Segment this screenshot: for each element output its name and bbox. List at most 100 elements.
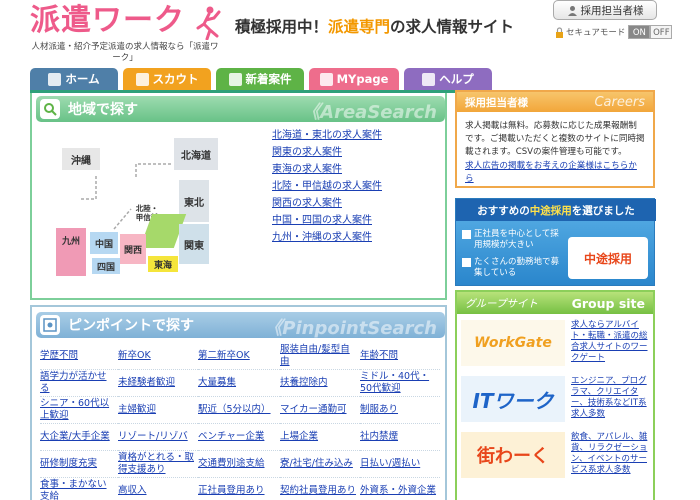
- nav-tab-home[interactable]: ホーム: [30, 68, 118, 90]
- pinpoint-cell: 年齢不問: [360, 343, 440, 370]
- main-nav: ホーム スカウト 新着案件 MYpage ヘルプ: [30, 68, 500, 90]
- pinpoint-link[interactable]: リゾート/リゾバ: [118, 431, 188, 443]
- machi-work-logo[interactable]: 街わーく: [461, 432, 565, 478]
- area-link-item: 北陸・甲信越の求人案件: [272, 178, 442, 195]
- careers-link[interactable]: 求人広告の掲載をお考えの企業様はこちらから: [465, 160, 645, 186]
- pinpoint-link[interactable]: 食事・まかない支給: [40, 479, 114, 500]
- area-link-item: 東海の求人案件: [272, 161, 442, 178]
- area-link-kansai[interactable]: 関西の求人案件: [272, 198, 342, 209]
- pinpoint-cell: 服装自由/髪型自由: [280, 343, 360, 370]
- it-work-link[interactable]: エンジニア、プログラマ、クリエイター、技術系などIT系求人多数: [571, 376, 655, 420]
- pinpoint-link[interactable]: 学歴不問: [40, 350, 78, 362]
- group-site-item: 街わーく 飲食、アパレル、雑貨、リラクゼーション、イベントのサービス系求人多数: [459, 430, 655, 482]
- pinpoint-link[interactable]: 大量募集: [198, 377, 236, 389]
- pinpoint-link[interactable]: 制服あり: [360, 404, 398, 416]
- pinpoint-cell: 寮/社宅/住み込み: [280, 451, 360, 478]
- area-link-chugoku-shikoku[interactable]: 中国・四国の求人案件: [272, 215, 372, 226]
- area-link-item: 関西の求人案件: [272, 195, 442, 212]
- secure-mode-label: セキュアモード: [566, 28, 626, 38]
- careers-header: 採用担当者様 Careers: [457, 92, 653, 112]
- nav-tab-mypage[interactable]: MYpage: [309, 68, 399, 90]
- pinpoint-search-title: ピンポイントで探す: [68, 318, 194, 334]
- pinpoint-link[interactable]: 新卒OK: [118, 350, 151, 362]
- pinpoint-link[interactable]: 主婦歓迎: [118, 404, 156, 416]
- pinpoint-link[interactable]: 第二新卒OK: [198, 350, 250, 362]
- map-region-chugoku[interactable]: 中国: [90, 232, 118, 254]
- pinpoint-link[interactable]: 服装自由/髪型自由: [280, 344, 356, 368]
- banner-title: おすすめの 中途採用 を選びました: [456, 199, 656, 221]
- area-link-hokuriku[interactable]: 北陸・甲信越の求人案件: [272, 181, 382, 192]
- logo-subtitle: 人材派遣・紹介予定派遣の求人情報なら「派遣ワーク」: [31, 42, 219, 63]
- pinpoint-link[interactable]: シニア・60代以上歓迎: [40, 398, 114, 422]
- group-sites-header: グループサイト Group site: [457, 292, 653, 314]
- pinpoint-link[interactable]: 日払い/週払い: [360, 458, 420, 470]
- area-link-kyushu-okinawa[interactable]: 九州・沖縄の求人案件: [272, 232, 372, 243]
- new-icon: [228, 72, 242, 86]
- pinpoint-link[interactable]: 資格がとれる・取得支援あり: [118, 452, 194, 476]
- pinpoint-icon: [40, 315, 60, 335]
- pinpoint-cell: リゾート/リゾバ: [118, 424, 198, 451]
- pinpoint-cell: 新卒OK: [118, 343, 198, 370]
- pinpoint-link[interactable]: 未経験者歓迎: [118, 377, 175, 389]
- pinpoint-cell: マイカー通勤可: [280, 397, 360, 424]
- map-region-hokkaido[interactable]: 北海道: [174, 138, 218, 170]
- area-search-title: 地域で探す: [68, 102, 138, 118]
- nav-tab-scout[interactable]: スカウト: [123, 68, 211, 90]
- pinpoint-link[interactable]: 高収入: [118, 485, 147, 497]
- pinpoint-link[interactable]: 駅近（5分以内）: [198, 404, 271, 416]
- careers-description: 求人掲載は無料。応募数に応じた成果報酬制です。ご掲載いただくと複数のサイトに同時…: [465, 121, 645, 157]
- pinpoint-link[interactable]: 年齢不問: [360, 350, 398, 362]
- nav-tab-help[interactable]: ヘルプ: [404, 68, 492, 90]
- pinpoint-link[interactable]: 扶養控除内: [280, 377, 328, 389]
- area-link-tokai[interactable]: 東海の求人案件: [272, 164, 342, 175]
- area-link-kanto[interactable]: 関東の求人案件: [272, 147, 342, 158]
- tagline-highlight: 派遣専門: [328, 18, 391, 36]
- careers-title-jp: 採用担当者様: [465, 96, 528, 109]
- secure-mode: セキュアモード ON OFF: [555, 24, 673, 40]
- map-region-kanto[interactable]: 関東: [179, 224, 209, 264]
- check-icon: [462, 258, 471, 267]
- pinpoint-link[interactable]: 上場企業: [280, 431, 318, 443]
- careers-body: 求人掲載は無料。応募数に応じた成果報酬制です。ご掲載いただくと複数のサイトに同時…: [457, 112, 653, 186]
- pinpoint-link[interactable]: ベンチャー企業: [198, 431, 264, 443]
- pinpoint-link[interactable]: 正社員登用あり: [198, 485, 265, 497]
- map-region-kyushu[interactable]: 九州: [56, 228, 86, 276]
- pinpoint-link[interactable]: 契約社員登用あり: [280, 485, 356, 497]
- pinpoint-link[interactable]: 交通費別途支給: [198, 458, 265, 470]
- secure-on-toggle[interactable]: ON: [628, 25, 651, 39]
- pinpoint-link[interactable]: マイカー通勤可: [280, 404, 347, 416]
- map-pin-icon: [40, 99, 60, 119]
- lock-icon: [556, 26, 563, 38]
- nav-tab-label: MYpage: [336, 72, 389, 86]
- recruiter-login-button[interactable]: 採用担当者様: [553, 0, 657, 20]
- map-region-shikoku[interactable]: 四国: [92, 258, 120, 274]
- map-region-okinawa[interactable]: 沖縄: [62, 148, 100, 170]
- pinpoint-link[interactable]: ミドル・40代・50代歓迎: [360, 371, 436, 395]
- machi-work-link[interactable]: 飲食、アパレル、雑貨、リラクゼーション、イベントのサービス系求人多数: [571, 432, 655, 476]
- area-search-title-en: 《AreaSearch: [302, 102, 437, 123]
- it-work-logo[interactable]: ITワーク: [461, 376, 565, 422]
- pinpoint-link[interactable]: 研修制度充実: [40, 458, 97, 470]
- pinpoint-link[interactable]: 外資系・外資企業: [360, 485, 436, 497]
- nav-tab-new-listings[interactable]: 新着案件: [216, 68, 304, 90]
- workgate-link[interactable]: 求人ならアルバイト・転職・派遣の総合求人サイトのワークゲート: [571, 320, 655, 364]
- site-logo[interactable]: 派遣ワーク 人材派遣・紹介予定派遣の求人情報なら「派遣ワーク」: [30, 4, 221, 66]
- pinpoint-cell: ベンチャー企業: [198, 424, 280, 451]
- banner-title-post: を選びました: [571, 204, 635, 217]
- pinpoint-link[interactable]: 大企業/大手企業: [40, 431, 110, 443]
- pinpoint-link[interactable]: 寮/社宅/住み込み: [280, 458, 353, 470]
- area-link-hokkaido-tohoku[interactable]: 北海道・東北の求人案件: [272, 130, 382, 141]
- pinpoint-cell: ミドル・40代・50代歓迎: [360, 370, 440, 397]
- pinpoint-cell: 食事・まかない支給: [40, 478, 118, 500]
- banner-point-text: たくさんの勤務地で募集している: [474, 257, 560, 278]
- secure-off-toggle[interactable]: OFF: [650, 25, 673, 39]
- group-sites-title-jp: グループサイト: [465, 297, 538, 310]
- map-region-kansai[interactable]: 関西: [120, 234, 146, 264]
- nav-tab-label: ホーム: [65, 72, 100, 86]
- mid-career-banner[interactable]: おすすめの 中途採用 を選びました 正社員を中心として採用規模が大きい たくさんの勤…: [455, 198, 656, 286]
- pinpoint-link[interactable]: 語学力が活かせる: [40, 371, 114, 395]
- map-region-tokai[interactable]: 東海: [148, 256, 178, 272]
- pinpoint-link[interactable]: 社内禁煙: [360, 431, 398, 443]
- tagline-pre: 積極採用中！: [235, 18, 329, 36]
- workgate-logo[interactable]: WorkGate: [461, 320, 565, 366]
